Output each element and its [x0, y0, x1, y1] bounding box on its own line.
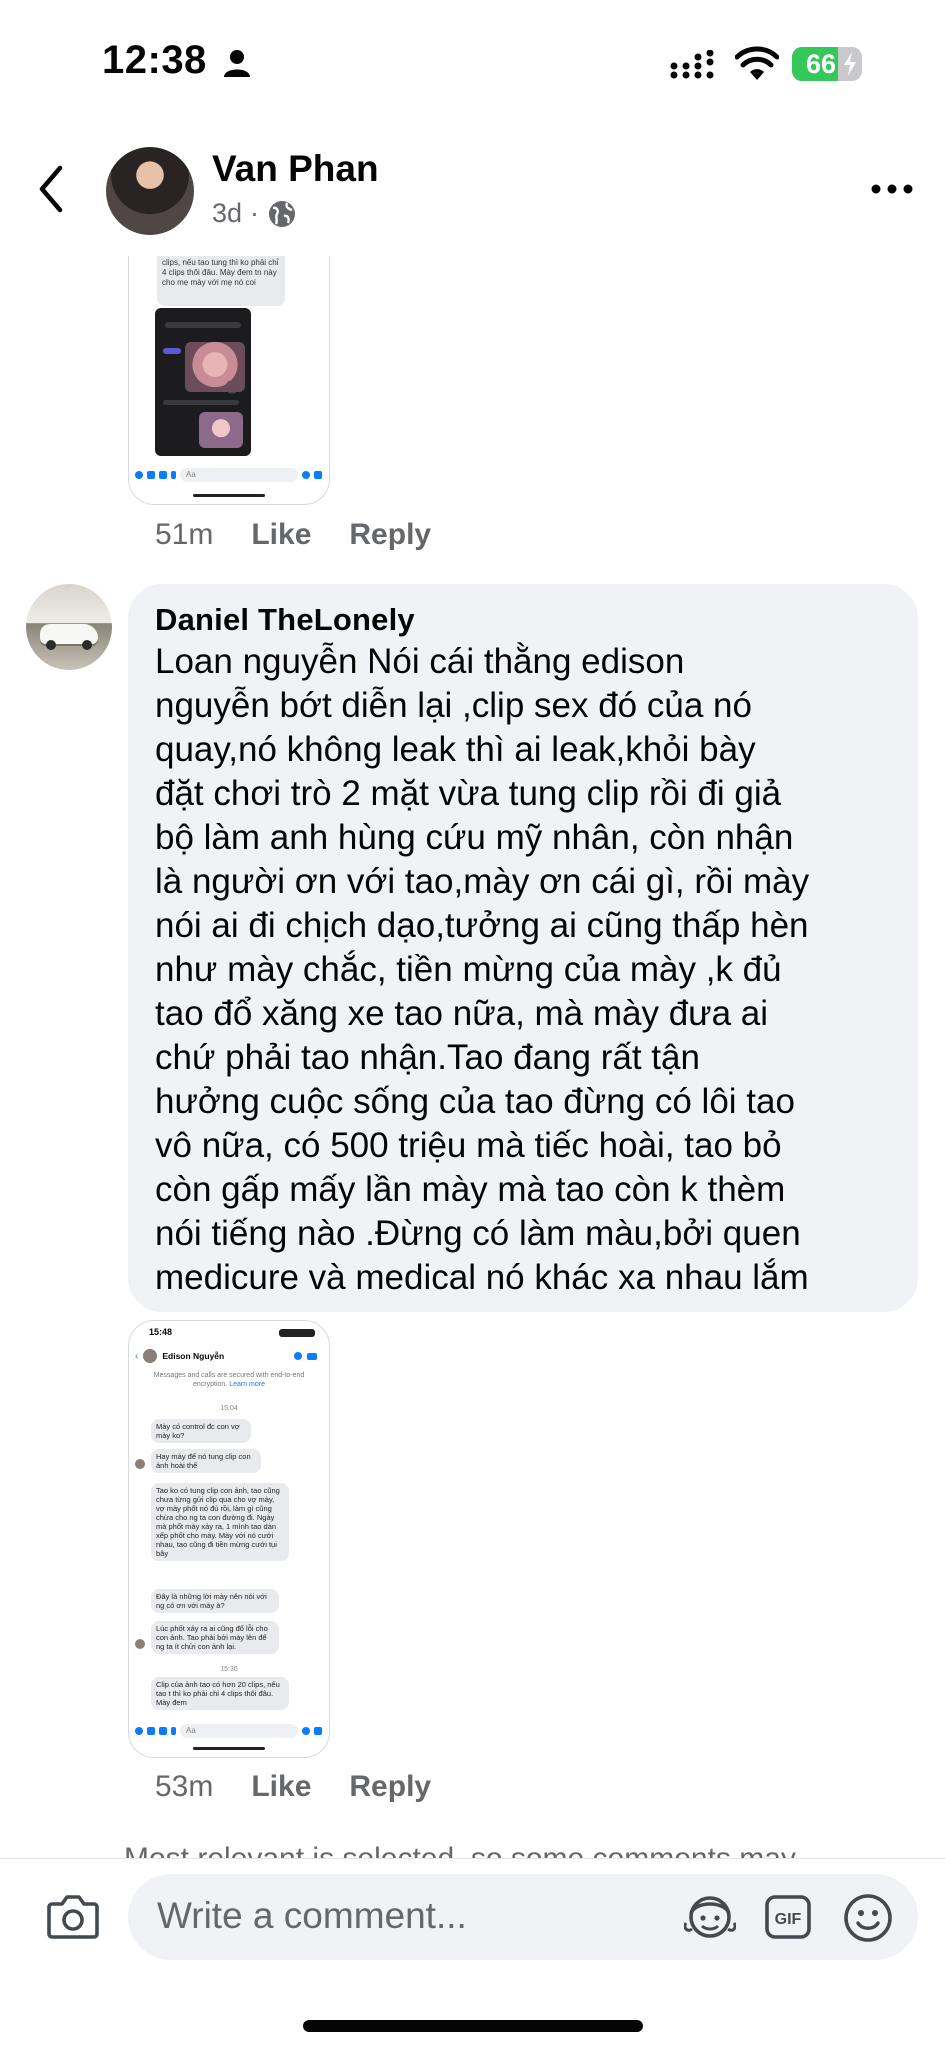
- person-icon: [224, 50, 250, 77]
- wifi-icon: [735, 46, 779, 80]
- comment2-reply-button[interactable]: Reply: [349, 1770, 431, 1804]
- signal-icon: [670, 50, 714, 79]
- avatar-sticker-icon[interactable]: [684, 1893, 736, 1941]
- commenter-avatar[interactable]: [26, 584, 112, 670]
- thumb1-composer: Aa: [129, 464, 329, 486]
- thumb2-msg5: Lúc phốt xảy ra ai cũng đổ lỗi cho con ả…: [151, 1621, 279, 1654]
- more-icon[interactable]: [870, 180, 914, 198]
- comment-text: Loan nguyễn Nói cái thằng edison nguyễn …: [155, 642, 810, 1297]
- thumb2-stamp2: 15:36: [220, 1666, 238, 1673]
- back-icon[interactable]: [36, 164, 66, 214]
- camera-icon[interactable]: [46, 1892, 100, 1940]
- post-meta: 3d ·: [212, 198, 297, 229]
- thumb2-chat-header: ‹ Edison Nguyễn: [135, 1347, 323, 1365]
- thumb2-learn-more: Learn more: [229, 1381, 265, 1388]
- comment1-like-button[interactable]: Like: [251, 518, 311, 552]
- share-icon: [225, 380, 239, 394]
- comment-author[interactable]: Daniel TheLonely: [155, 602, 415, 638]
- gif-icon[interactable]: GIF: [764, 1894, 812, 1940]
- post-time: 3d: [212, 198, 243, 228]
- meta-separator: ·: [250, 198, 260, 228]
- comment2-like-button[interactable]: Like: [251, 1770, 311, 1804]
- thumb2-msg4: Đây là những lời mày nên nói với ng có ơ…: [151, 1589, 279, 1613]
- comment2-actions: 53m Like Reply: [155, 1770, 431, 1804]
- comment1-reply-button[interactable]: Reply: [349, 518, 431, 552]
- status-time: 12:38: [102, 38, 207, 82]
- comment-placeholder: Write a comment...: [157, 1895, 467, 1936]
- home-indicator: [303, 2020, 643, 2032]
- thumb2-status: 15:48: [149, 1327, 173, 1337]
- thumb1-bubble: clips, nếu tao tung thì ko phải chỉ 4 cl…: [157, 256, 285, 306]
- thumb2-msg3: Tao ko có tung clip con ảnh, tao cũng ch…: [151, 1483, 289, 1561]
- battery-icon: 66: [792, 47, 862, 81]
- comment-image-2[interactable]: 15:48 ‹ Edison Nguyễn Messages and calls…: [128, 1320, 330, 1758]
- thumb2-msg1: Mày có control đc con vợ mày ko?: [151, 1419, 251, 1443]
- thumb2-composer: Aa: [129, 1721, 329, 1741]
- header-avatar[interactable]: [106, 147, 194, 235]
- thumb2-stamp1: 15:04: [220, 1405, 238, 1412]
- thumb2-contact: Edison Nguyễn: [162, 1351, 225, 1361]
- emoji-icon[interactable]: [842, 1892, 894, 1944]
- poster-name[interactable]: Van Phan: [212, 148, 379, 190]
- comment1-timestamp: 51m: [155, 518, 214, 551]
- thumb2-msg6: Clip của ảnh tao có hơn 20 clips, nếu ta…: [151, 1677, 289, 1710]
- thumb2-msg2: Hay mày để nó tung clip con ảnh hoài thế: [151, 1449, 261, 1473]
- comment1-actions: 51m Like Reply: [155, 518, 431, 552]
- comment2-timestamp: 53m: [155, 1770, 214, 1803]
- comment-image-1[interactable]: clips, nếu tao tung thì ko phải chỉ 4 cl…: [128, 256, 330, 505]
- globe-icon: [269, 200, 296, 227]
- svg-text:GIF: GIF: [775, 1911, 802, 1928]
